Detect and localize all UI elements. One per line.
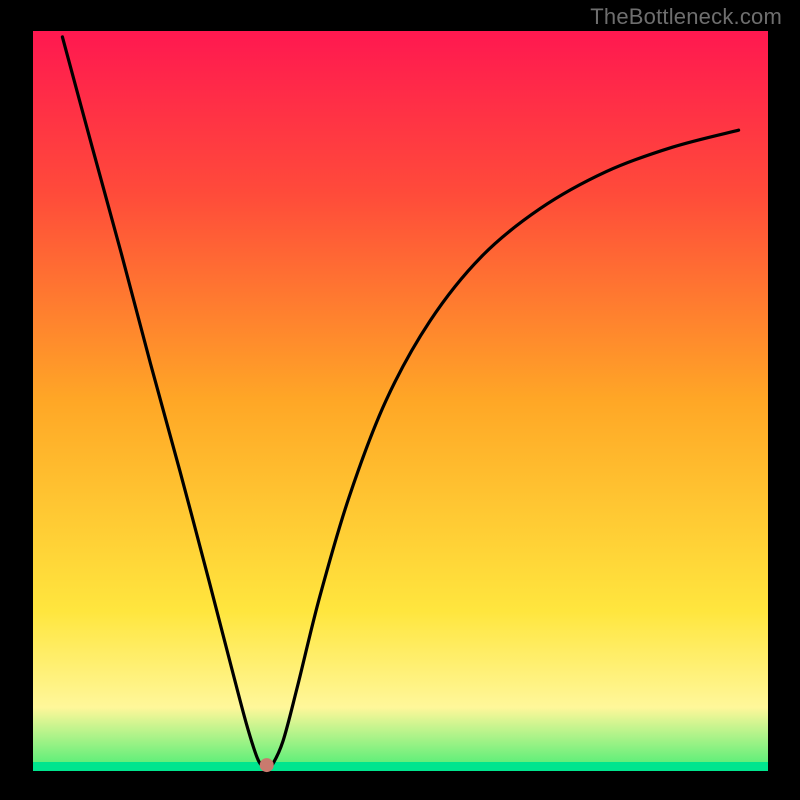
bottleneck-chart — [0, 0, 800, 800]
minimum-marker — [260, 758, 274, 772]
chart-stage: TheBottleneck.com — [0, 0, 800, 800]
plot-background — [33, 31, 768, 771]
watermark-label: TheBottleneck.com — [590, 4, 782, 30]
